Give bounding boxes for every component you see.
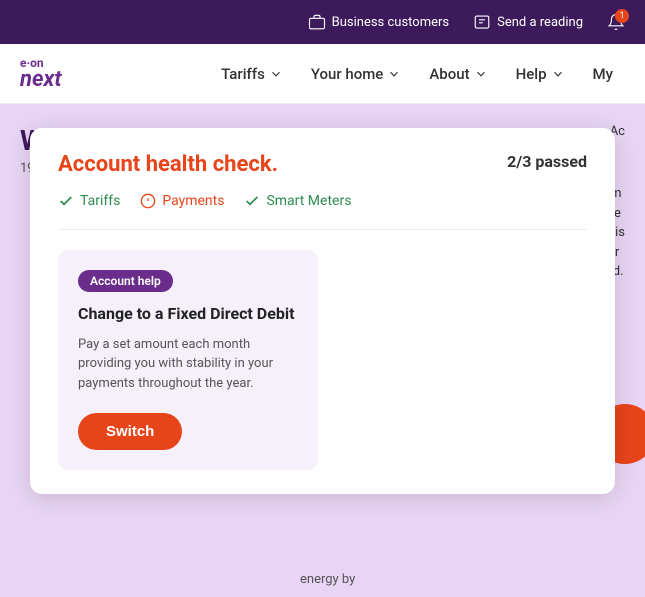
account-help-badge: Account help <box>78 270 173 292</box>
modal-divider <box>58 229 587 230</box>
nav-tariffs-label: Tariffs <box>221 65 265 83</box>
check-payments-label: Payments <box>162 193 224 209</box>
health-check-modal: Account health check. 2/3 passed Tariffs… <box>30 128 615 494</box>
tariffs-chevron-icon <box>269 67 283 81</box>
meter-icon <box>473 13 491 31</box>
nav-help[interactable]: Help <box>504 57 577 91</box>
bg-energy-text: energy by <box>300 572 355 587</box>
nav-items: Tariffs Your home About Help My <box>209 57 625 91</box>
send-reading-link[interactable]: Send a reading <box>473 13 583 31</box>
help-card-desc: Pay a set amount each month providing yo… <box>78 335 298 394</box>
nav-your-home-label: Your home <box>311 65 384 83</box>
check-tariffs-label: Tariffs <box>80 193 120 209</box>
logo[interactable]: e·on next <box>20 57 62 91</box>
about-chevron-icon <box>474 67 488 81</box>
smart-meters-check-icon <box>244 193 260 209</box>
nav-help-label: Help <box>516 65 547 83</box>
your-home-chevron-icon <box>387 67 401 81</box>
business-customers-label: Business customers <box>332 15 449 30</box>
send-reading-label: Send a reading <box>497 15 583 30</box>
briefcase-icon <box>308 13 326 31</box>
nav-about-label: About <box>429 65 469 83</box>
help-card: Account help Change to a Fixed Direct De… <box>58 250 318 470</box>
check-payments: Payments <box>140 193 224 209</box>
checks-row: Tariffs Payments Smart Meters <box>58 193 587 209</box>
check-tariffs: Tariffs <box>58 193 120 209</box>
check-smart-meters-label: Smart Meters <box>266 193 351 209</box>
notification-bell[interactable]: 1 <box>607 13 625 31</box>
top-bar: Business customers Send a reading 1 <box>0 0 645 44</box>
modal-passed: 2/3 passed <box>507 152 587 171</box>
nav-about[interactable]: About <box>417 57 499 91</box>
business-customers-link[interactable]: Business customers <box>308 13 449 31</box>
help-chevron-icon <box>551 67 565 81</box>
payments-warning-icon <box>140 193 156 209</box>
logo-next-text: next <box>20 69 62 91</box>
switch-button[interactable]: Switch <box>78 413 182 450</box>
check-smart-meters: Smart Meters <box>244 193 351 209</box>
nav-tariffs[interactable]: Tariffs <box>209 57 295 91</box>
modal-title: Account health check. <box>58 152 278 177</box>
notification-badge: 1 <box>615 9 629 23</box>
help-card-title: Change to a Fixed Direct Debit <box>78 304 298 325</box>
nav-my-label: My <box>593 65 613 83</box>
nav-your-home[interactable]: Your home <box>299 57 414 91</box>
nav-bar: e·on next Tariffs Your home About Help M… <box>0 44 645 104</box>
modal-header: Account health check. 2/3 passed <box>58 152 587 177</box>
tariffs-check-icon <box>58 193 74 209</box>
nav-my[interactable]: My <box>581 57 625 91</box>
